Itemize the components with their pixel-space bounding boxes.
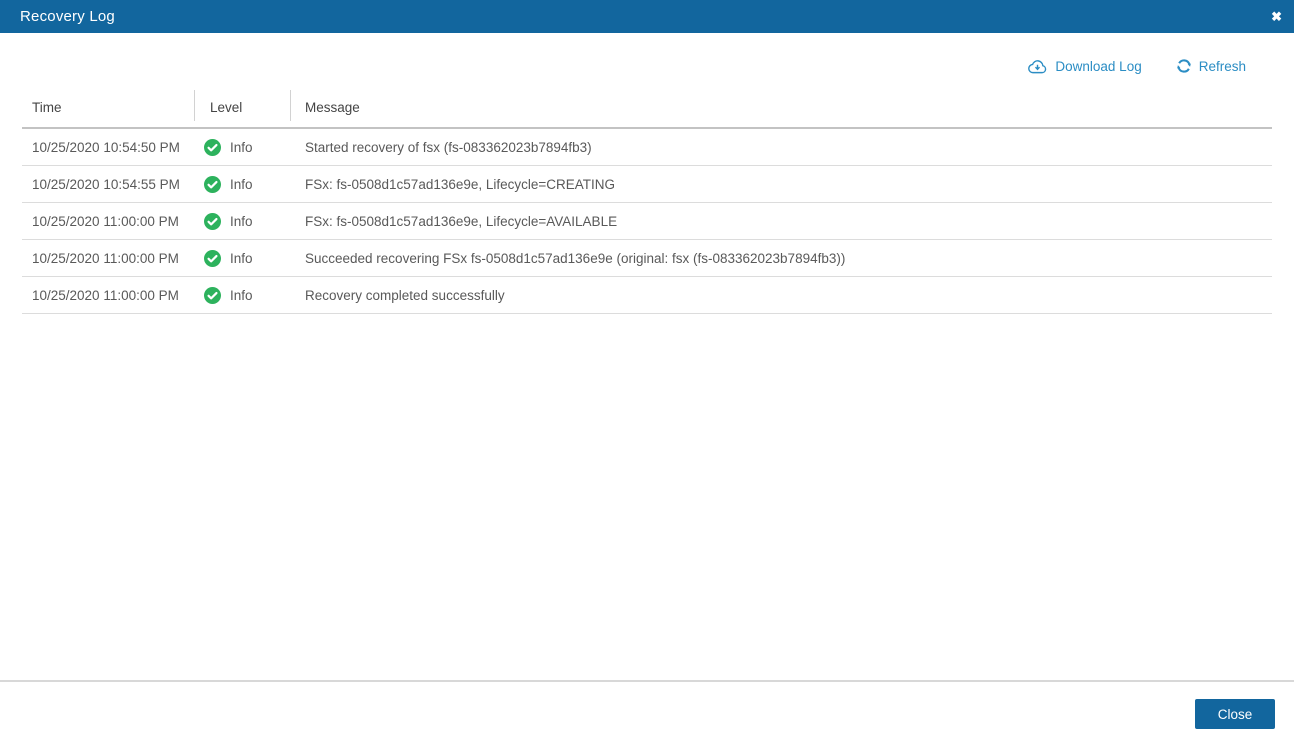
modal-titlebar: Recovery Log ✖	[0, 0, 1294, 33]
download-log-link[interactable]: Download Log	[1027, 58, 1141, 75]
log-message: FSx: fs-0508d1c57ad136e9e, Lifecycle=CRE…	[290, 166, 1272, 202]
log-message: Succeeded recovering FSx fs-0508d1c57ad1…	[290, 240, 1272, 276]
log-level: Info	[194, 129, 290, 165]
modal-footer: Close	[0, 680, 1294, 743]
log-time: 10/25/2020 11:00:00 PM	[22, 277, 194, 313]
success-check-icon	[204, 213, 221, 230]
success-check-icon	[204, 139, 221, 156]
table-row[interactable]: 10/25/2020 11:00:00 PM Info Succeeded re…	[22, 240, 1272, 277]
table-header: Time Level Message	[22, 88, 1272, 129]
log-time: 10/25/2020 10:54:50 PM	[22, 129, 194, 165]
log-level: Info	[194, 277, 290, 313]
log-level-label: Info	[230, 288, 253, 303]
download-log-label: Download Log	[1055, 59, 1141, 74]
column-header-time[interactable]: Time	[22, 88, 194, 127]
table-row[interactable]: 10/25/2020 11:00:00 PM Info FSx: fs-0508…	[22, 203, 1272, 240]
refresh-label: Refresh	[1199, 59, 1246, 74]
log-actions: Download Log Refresh	[22, 55, 1272, 77]
close-icon[interactable]: ✖	[1271, 0, 1282, 33]
success-check-icon	[204, 176, 221, 193]
table-row[interactable]: 10/25/2020 11:00:00 PM Info Recovery com…	[22, 277, 1272, 314]
column-header-level[interactable]: Level	[194, 88, 290, 127]
log-table-body: 10/25/2020 10:54:50 PM Info Started reco…	[22, 129, 1272, 314]
cloud-download-icon	[1027, 58, 1048, 75]
log-level-label: Info	[230, 140, 253, 155]
log-level: Info	[194, 240, 290, 276]
log-time: 10/25/2020 11:00:00 PM	[22, 240, 194, 276]
table-row[interactable]: 10/25/2020 10:54:55 PM Info FSx: fs-0508…	[22, 166, 1272, 203]
log-time: 10/25/2020 11:00:00 PM	[22, 203, 194, 239]
column-header-message[interactable]: Message	[290, 88, 1272, 127]
success-check-icon	[204, 250, 221, 267]
log-message: Started recovery of fsx (fs-083362023b78…	[290, 129, 1272, 165]
log-level: Info	[194, 166, 290, 202]
close-button[interactable]: Close	[1195, 699, 1275, 729]
modal-title: Recovery Log	[20, 8, 115, 25]
log-level-label: Info	[230, 214, 253, 229]
refresh-link[interactable]: Refresh	[1176, 58, 1246, 74]
log-level: Info	[194, 203, 290, 239]
log-message: Recovery completed successfully	[290, 277, 1272, 313]
recovery-log-table: Time Level Message 10/25/2020 10:54:50 P…	[22, 88, 1272, 314]
refresh-icon	[1176, 58, 1192, 74]
log-level-label: Info	[230, 177, 253, 192]
log-level-label: Info	[230, 251, 253, 266]
log-time: 10/25/2020 10:54:55 PM	[22, 166, 194, 202]
modal-content: Download Log Refresh Time Level Message …	[0, 33, 1294, 680]
success-check-icon	[204, 287, 221, 304]
table-row[interactable]: 10/25/2020 10:54:50 PM Info Started reco…	[22, 129, 1272, 166]
log-message: FSx: fs-0508d1c57ad136e9e, Lifecycle=AVA…	[290, 203, 1272, 239]
